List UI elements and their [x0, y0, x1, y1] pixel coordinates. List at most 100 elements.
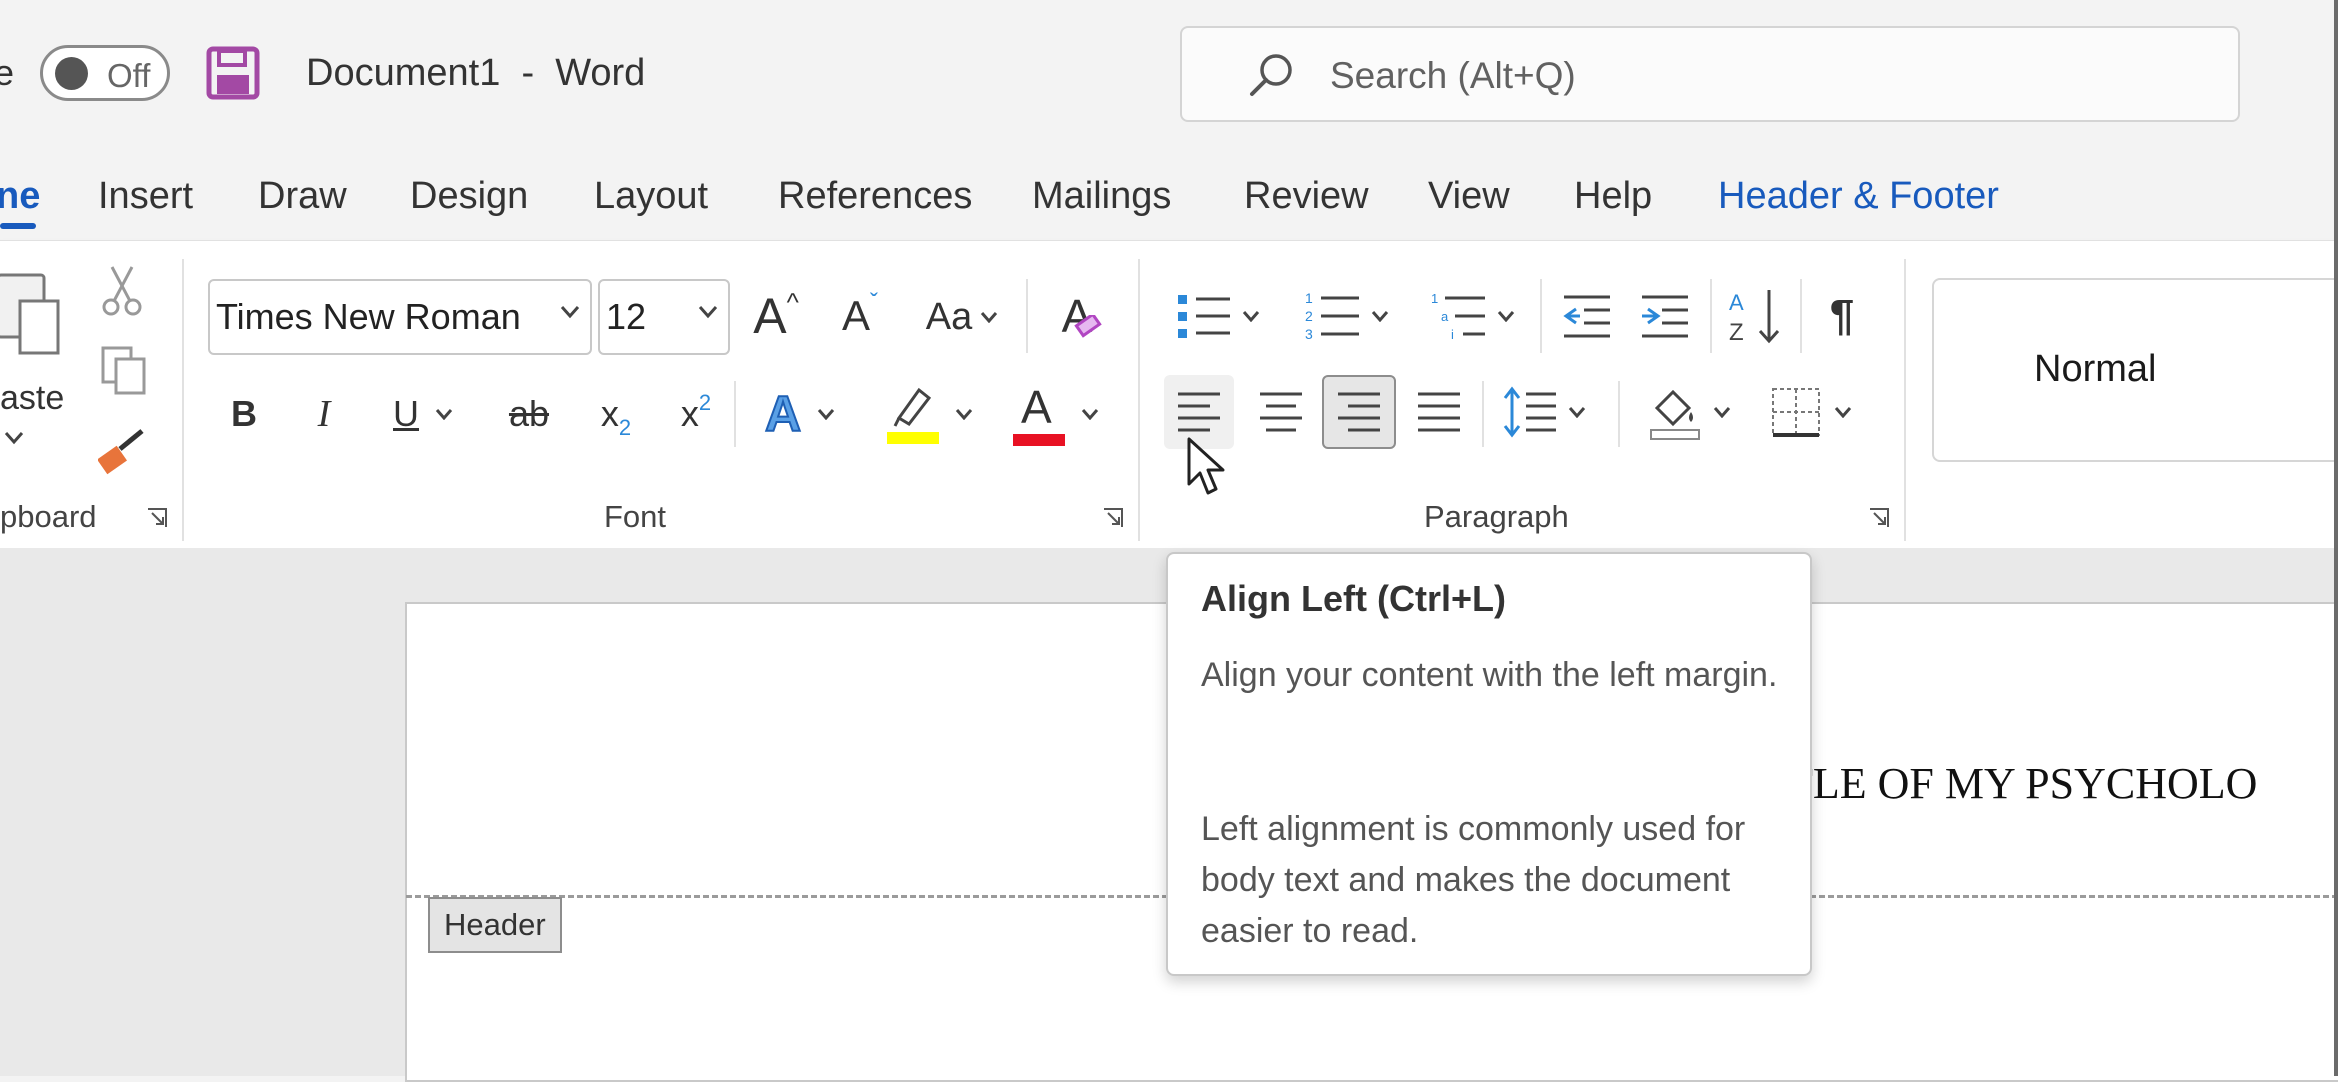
- tab-references[interactable]: References: [778, 175, 972, 218]
- separator: [1800, 279, 1802, 353]
- font-color-button[interactable]: A: [998, 379, 1112, 449]
- paste-label: aste: [0, 379, 64, 418]
- underline-label: U: [393, 393, 419, 435]
- group-separator: [182, 259, 184, 541]
- superscript-mark: 2: [699, 390, 711, 416]
- line-spacing-button[interactable]: [1494, 377, 1594, 447]
- align-left-tooltip: Align Left (Ctrl+L) Align your content w…: [1166, 552, 1812, 976]
- subscript-button[interactable]: x2: [584, 379, 648, 449]
- align-right-button[interactable]: [1322, 375, 1396, 449]
- underline-button[interactable]: U: [374, 379, 472, 449]
- superscript-button[interactable]: x2: [664, 379, 728, 449]
- italic-button[interactable]: I: [296, 379, 352, 449]
- font-dialog-launcher-icon[interactable]: [1102, 507, 1124, 529]
- search-box[interactable]: Search (Alt+Q): [1180, 26, 2240, 122]
- tab-home[interactable]: ne: [0, 175, 40, 218]
- autosave-label: e: [0, 52, 14, 94]
- chevron-down-icon: [1242, 310, 1260, 322]
- pilcrow-icon: ¶: [1830, 291, 1854, 341]
- tab-help[interactable]: Help: [1574, 175, 1652, 218]
- strikethrough-label: ab: [509, 393, 549, 435]
- header-tag: Header: [428, 897, 562, 953]
- save-icon[interactable]: [206, 46, 260, 100]
- show-formatting-marks-button[interactable]: ¶: [1812, 281, 1872, 351]
- separator: [1618, 381, 1620, 447]
- font-group-label: Font: [604, 499, 666, 535]
- paragraph-dialog-launcher-icon[interactable]: [1868, 507, 1890, 529]
- align-center-icon: [1258, 390, 1304, 434]
- tab-review[interactable]: Review: [1244, 175, 1369, 218]
- bullets-button[interactable]: [1168, 281, 1268, 351]
- font-family-select[interactable]: Times New Roman: [208, 279, 592, 355]
- increase-indent-button[interactable]: [1634, 281, 1696, 351]
- multilevel-list-icon: 1 a i: [1429, 289, 1487, 343]
- svg-text:1: 1: [1305, 290, 1313, 306]
- tab-view[interactable]: View: [1428, 175, 1510, 218]
- font-size-select[interactable]: 12: [598, 279, 730, 355]
- subscript-mark: 2: [619, 415, 631, 441]
- text-effects-button[interactable]: A: [750, 379, 850, 449]
- text-effects-icon: A: [765, 385, 801, 443]
- paste-dropdown-chevron-icon[interactable]: [4, 431, 24, 445]
- shrink-font-icon: A: [842, 292, 870, 340]
- strikethrough-button[interactable]: ab: [494, 379, 564, 449]
- chevron-down-icon: [1497, 310, 1515, 322]
- autosave-state: Off: [107, 57, 150, 95]
- format-painter-icon[interactable]: [98, 427, 148, 477]
- autosave-toggle[interactable]: Off: [40, 45, 170, 101]
- copy-icon[interactable]: [100, 345, 148, 395]
- eraser-icon: [1074, 315, 1104, 339]
- cut-icon[interactable]: [102, 265, 142, 317]
- header-text[interactable]: TLE OF MY PSYCHOLO: [1786, 758, 2257, 809]
- tab-design[interactable]: Design: [410, 175, 528, 218]
- svg-text:i: i: [1451, 327, 1454, 342]
- grow-font-icon: A: [753, 287, 786, 345]
- chevron-down-icon: [1081, 408, 1099, 420]
- tab-draw[interactable]: Draw: [258, 175, 347, 218]
- chevron-down-icon: [435, 408, 453, 420]
- active-tab-indicator: [0, 223, 36, 229]
- tab-insert[interactable]: Insert: [98, 175, 193, 218]
- bold-button[interactable]: B: [216, 379, 272, 449]
- shading-bucket-icon: [1647, 384, 1703, 440]
- svg-text:Z: Z: [1729, 319, 1744, 346]
- decrease-indent-button[interactable]: [1556, 281, 1618, 351]
- paragraph-group-label: Paragraph: [1424, 499, 1569, 535]
- separator: [1540, 279, 1542, 353]
- highlighter-icon: [885, 384, 941, 444]
- grow-font-button[interactable]: A^: [744, 281, 808, 351]
- tab-mailings[interactable]: Mailings: [1032, 175, 1171, 218]
- borders-button[interactable]: [1758, 377, 1864, 447]
- superscript-label: x: [681, 393, 699, 435]
- svg-text:1: 1: [1431, 291, 1438, 306]
- numbered-list-icon: 1 2 3: [1303, 289, 1361, 343]
- toggle-knob: [55, 57, 88, 90]
- align-center-button[interactable]: [1246, 375, 1316, 449]
- tooltip-line-1: Align your content with the left margin.: [1201, 650, 1791, 701]
- clear-formatting-button[interactable]: A: [1044, 281, 1110, 351]
- change-case-button[interactable]: Aa: [912, 285, 1012, 349]
- borders-icon: [1770, 386, 1822, 438]
- svg-text:A: A: [1729, 290, 1744, 315]
- tab-header-footer[interactable]: Header & Footer: [1718, 175, 1999, 218]
- tab-layout[interactable]: Layout: [594, 175, 708, 218]
- numbering-button[interactable]: 1 2 3: [1292, 281, 1400, 351]
- clipboard-dialog-launcher-icon[interactable]: [146, 507, 168, 529]
- separator: [1710, 279, 1712, 353]
- highlight-color-button[interactable]: [874, 379, 984, 449]
- shading-button[interactable]: [1636, 377, 1742, 447]
- italic-label: I: [318, 392, 331, 436]
- separator: [734, 381, 736, 447]
- style-normal[interactable]: Normal: [1932, 278, 2338, 462]
- font-color-swatch: [1013, 434, 1065, 446]
- paste-icon[interactable]: [0, 267, 66, 365]
- multilevel-list-button[interactable]: 1 a i: [1418, 281, 1526, 351]
- change-case-label: Aa: [926, 296, 972, 339]
- style-normal-label: Normal: [2034, 348, 2156, 391]
- title-bar: e Off Document1 - Word Search (Alt+Q) ne…: [0, 0, 2338, 158]
- justify-button[interactable]: [1404, 375, 1474, 449]
- shrink-font-button[interactable]: Aˇ: [828, 281, 892, 351]
- sort-button[interactable]: A Z: [1722, 281, 1790, 351]
- decrease-indent-icon: [1562, 293, 1612, 339]
- separator: [1026, 279, 1028, 353]
